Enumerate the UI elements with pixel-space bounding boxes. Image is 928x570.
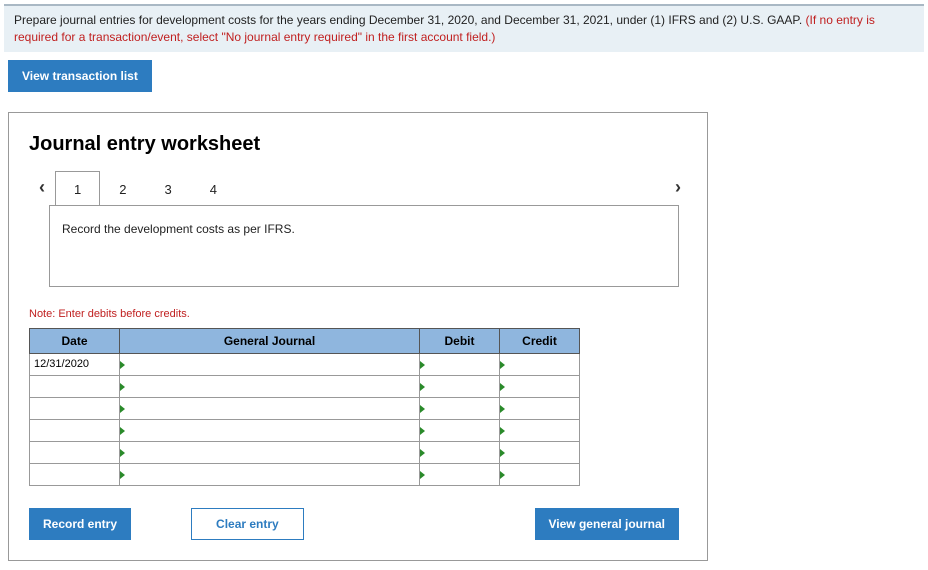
instructions-box: Prepare journal entries for development … [4,4,924,52]
table-header-row: Date General Journal Debit Credit [30,328,580,353]
table-row [30,375,580,397]
tab-2[interactable]: 2 [100,171,145,207]
tab-1[interactable]: 1 [55,171,100,207]
cell-credit[interactable] [500,375,580,397]
cell-credit[interactable] [500,441,580,463]
journal-entry-table: Date General Journal Debit Credit 12/31/… [29,328,580,486]
clear-entry-button[interactable]: Clear entry [191,508,304,540]
cell-credit[interactable] [500,463,580,485]
worksheet-title: Journal entry worksheet [29,133,687,156]
chevron-right-icon[interactable]: › [665,177,687,198]
table-row: 12/31/2020 [30,353,580,375]
record-entry-button[interactable]: Record entry [29,508,131,540]
table-row [30,419,580,441]
cell-credit[interactable] [500,397,580,419]
cell-date[interactable] [30,397,120,419]
cell-date[interactable] [30,375,120,397]
instructions-main: Prepare journal entries for development … [14,13,806,27]
table-row [30,397,580,419]
note-text: Note: Enter debits before credits. [29,308,687,320]
cell-credit[interactable] [500,419,580,441]
tab-3[interactable]: 3 [145,171,190,207]
tab-4[interactable]: 4 [191,171,236,207]
prompt-box: Record the development costs as per IFRS… [49,205,679,287]
cell-debit[interactable] [420,419,500,441]
cell-debit[interactable] [420,397,500,419]
tab-row: ‹ 1 2 3 4 › [29,170,687,206]
cell-general-journal[interactable] [120,353,420,375]
chevron-left-icon[interactable]: ‹ [29,177,55,198]
cell-debit[interactable] [420,463,500,485]
cell-general-journal[interactable] [120,419,420,441]
table-row [30,463,580,485]
cell-general-journal[interactable] [120,441,420,463]
cell-debit[interactable] [420,375,500,397]
view-transaction-list-button[interactable]: View transaction list [8,60,152,92]
cell-general-journal[interactable] [120,375,420,397]
header-date: Date [30,328,120,353]
cell-general-journal[interactable] [120,397,420,419]
cell-date[interactable] [30,441,120,463]
cell-debit[interactable] [420,353,500,375]
worksheet-box: Journal entry worksheet ‹ 1 2 3 4 › Reco… [8,112,708,561]
cell-date[interactable]: 12/31/2020 [30,353,120,375]
cell-general-journal[interactable] [120,463,420,485]
cell-date[interactable] [30,419,120,441]
prompt-text: Record the development costs as per IFRS… [62,222,295,236]
header-credit: Credit [500,328,580,353]
cell-debit[interactable] [420,441,500,463]
cell-credit[interactable] [500,353,580,375]
header-debit: Debit [420,328,500,353]
cell-date[interactable] [30,463,120,485]
header-general-journal: General Journal [120,328,420,353]
view-general-journal-button[interactable]: View general journal [535,508,679,540]
table-row [30,441,580,463]
tabs-container: 1 2 3 4 [55,170,236,206]
button-row: Record entry Clear entry View general jo… [29,508,679,540]
